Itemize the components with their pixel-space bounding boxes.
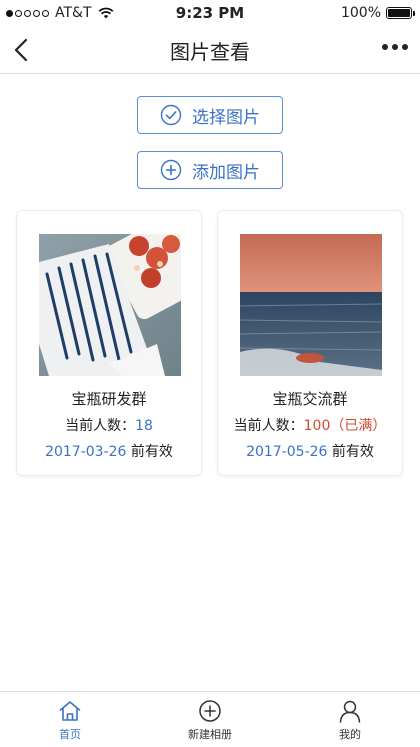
group-name: 宝瓶交流群	[272, 390, 348, 408]
plus-circle-icon	[160, 159, 182, 181]
member-count-label: 当前人数：	[65, 418, 136, 434]
member-count: 当前人数：100（已满）	[218, 415, 402, 435]
tab-mine[interactable]: 我的	[280, 692, 420, 747]
group-photo	[240, 234, 382, 376]
more-icon[interactable]	[382, 44, 408, 50]
member-count: 当前人数：18	[17, 415, 201, 435]
tab-mine-label: 我的	[339, 728, 361, 741]
add-image-button[interactable]: 添加图片	[137, 151, 283, 189]
group-card[interactable]: 宝瓶研发群 当前人数：18 2017-03-26 前有效	[16, 210, 202, 476]
group-name: 宝瓶研发群	[71, 390, 147, 408]
plus-circle-icon	[199, 700, 221, 722]
member-count-value: 100（已满）	[303, 418, 387, 434]
add-image-label: 添加图片	[192, 162, 260, 183]
status-bar: AT&T 9:23 PM 100%	[0, 0, 420, 26]
expiry-suffix: 前有效	[126, 444, 173, 460]
battery-label: 100%	[340, 5, 381, 21]
select-image-label: 选择图片	[192, 107, 260, 128]
user-icon	[339, 700, 361, 723]
expiry-date: 2017-03-26	[45, 444, 127, 460]
tab-new-album-label: 新建相册	[188, 728, 232, 741]
expiry-date: 2017-05-26	[246, 444, 328, 460]
check-circle-icon	[160, 104, 182, 126]
expiry-info: 2017-03-26 前有效	[17, 441, 201, 461]
status-right: 100%	[340, 5, 415, 21]
tab-home[interactable]: 首页	[0, 692, 140, 747]
tab-bar: 首页 新建相册 我的	[0, 691, 420, 747]
tab-home-label: 首页	[59, 728, 81, 741]
expiry-info: 2017-05-26 前有效	[218, 441, 402, 461]
group-card[interactable]: 宝瓶交流群 当前人数：100（已满） 2017-05-26 前有效	[217, 210, 403, 476]
member-count-label: 当前人数：	[233, 418, 304, 434]
battery-icon	[386, 7, 415, 19]
tab-new-album[interactable]: 新建相册	[140, 692, 280, 747]
nav-bar: 图片查看	[0, 26, 420, 74]
expiry-suffix: 前有效	[327, 444, 374, 460]
group-photo	[39, 234, 181, 376]
member-count-value: 18	[135, 418, 153, 434]
screen: AT&T 9:23 PM 100% 图片查看 选择图片 添加图片 宝瓶研发群 当…	[0, 0, 420, 747]
page-title: 图片查看	[170, 40, 250, 64]
home-icon	[59, 701, 81, 721]
select-image-button[interactable]: 选择图片	[137, 96, 283, 134]
